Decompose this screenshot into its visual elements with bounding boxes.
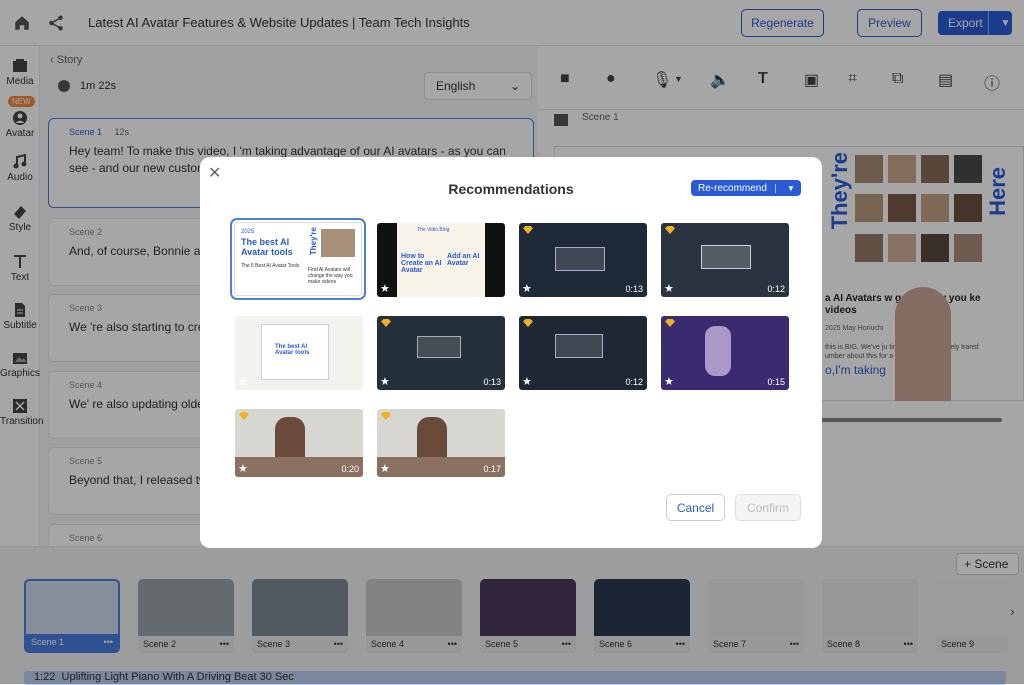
premium-diamond-icon bbox=[523, 319, 533, 327]
card-year: 2025 bbox=[241, 229, 255, 235]
duration-label: 0:12 bbox=[625, 377, 643, 387]
star-icon[interactable]: ★ bbox=[664, 375, 674, 388]
premium-diamond-icon bbox=[381, 412, 391, 420]
star-icon[interactable]: ★ bbox=[380, 462, 390, 475]
recommendation-card[interactable]: The best AI Avatar tools ★ bbox=[235, 316, 363, 390]
duration-label: 0:17 bbox=[483, 464, 501, 474]
card-left-text: How to Create an AI Avatar bbox=[401, 253, 442, 274]
recommendation-card[interactable]: The Vidio Blog How to Create an AI Avata… bbox=[377, 223, 505, 297]
star-icon[interactable]: ★ bbox=[238, 375, 248, 388]
confirm-button[interactable]: Confirm bbox=[735, 494, 801, 521]
star-icon[interactable]: ★ bbox=[522, 375, 532, 388]
card-title: The best AI Avatar tools bbox=[275, 344, 310, 356]
star-icon[interactable]: ★ bbox=[522, 282, 532, 295]
premium-diamond-icon bbox=[381, 319, 391, 327]
card-small: The 5 Best AI Avatar Tools bbox=[241, 263, 300, 269]
premium-diamond-icon bbox=[523, 226, 533, 234]
duration-label: 0:15 bbox=[767, 377, 785, 387]
card-right-text: Add an AI Avatar bbox=[447, 253, 480, 267]
chevron-down-icon[interactable]: ▼ bbox=[775, 183, 799, 193]
star-icon[interactable]: ★ bbox=[238, 462, 248, 475]
rerecommend-button[interactable]: Re-recommend ▼ bbox=[691, 180, 801, 196]
recommendations-modal: ✕ Recommendations Re-recommend ▼ 2025 The… bbox=[200, 157, 822, 548]
premium-diamond-icon bbox=[665, 319, 675, 327]
recommendation-card[interactable]: ★ 0:13 bbox=[519, 223, 647, 297]
duration-label: 0:13 bbox=[483, 377, 501, 387]
cancel-button[interactable]: Cancel bbox=[666, 494, 725, 521]
premium-diamond-icon bbox=[665, 226, 675, 234]
premium-diamond-icon bbox=[239, 412, 249, 420]
recommendation-card[interactable]: ★ 0:17 bbox=[377, 409, 505, 477]
star-icon[interactable]: ★ bbox=[380, 282, 390, 295]
recommendation-card[interactable]: ★ 0:15 bbox=[661, 316, 789, 390]
card-title: The best AI Avatar tools bbox=[241, 237, 293, 257]
recommendation-card[interactable]: ★ 0:12 bbox=[519, 316, 647, 390]
card-theyre: They're bbox=[309, 227, 318, 256]
recommendation-card[interactable]: ★ 0:20 bbox=[235, 409, 363, 477]
duration-label: 0:12 bbox=[767, 284, 785, 294]
duration-label: 0:13 bbox=[625, 284, 643, 294]
star-icon[interactable]: ★ bbox=[380, 375, 390, 388]
star-icon[interactable]: ★ bbox=[664, 282, 674, 295]
duration-label: 0:20 bbox=[341, 464, 359, 474]
recommendation-card[interactable]: ★ 0:13 bbox=[377, 316, 505, 390]
close-icon[interactable]: ✕ bbox=[208, 163, 221, 183]
card-avatar-grid bbox=[321, 229, 355, 257]
recommendation-card[interactable]: 2025 The best AI Avatar tools The 5 Best… bbox=[230, 218, 366, 300]
card-logo: The Vidio Blog bbox=[417, 227, 450, 233]
card-sub: Find AI Avatars will change the way you … bbox=[308, 267, 353, 285]
rerecommend-label: Re-recommend bbox=[698, 182, 767, 194]
recommendation-card[interactable]: ★ 0:12 bbox=[661, 223, 789, 297]
